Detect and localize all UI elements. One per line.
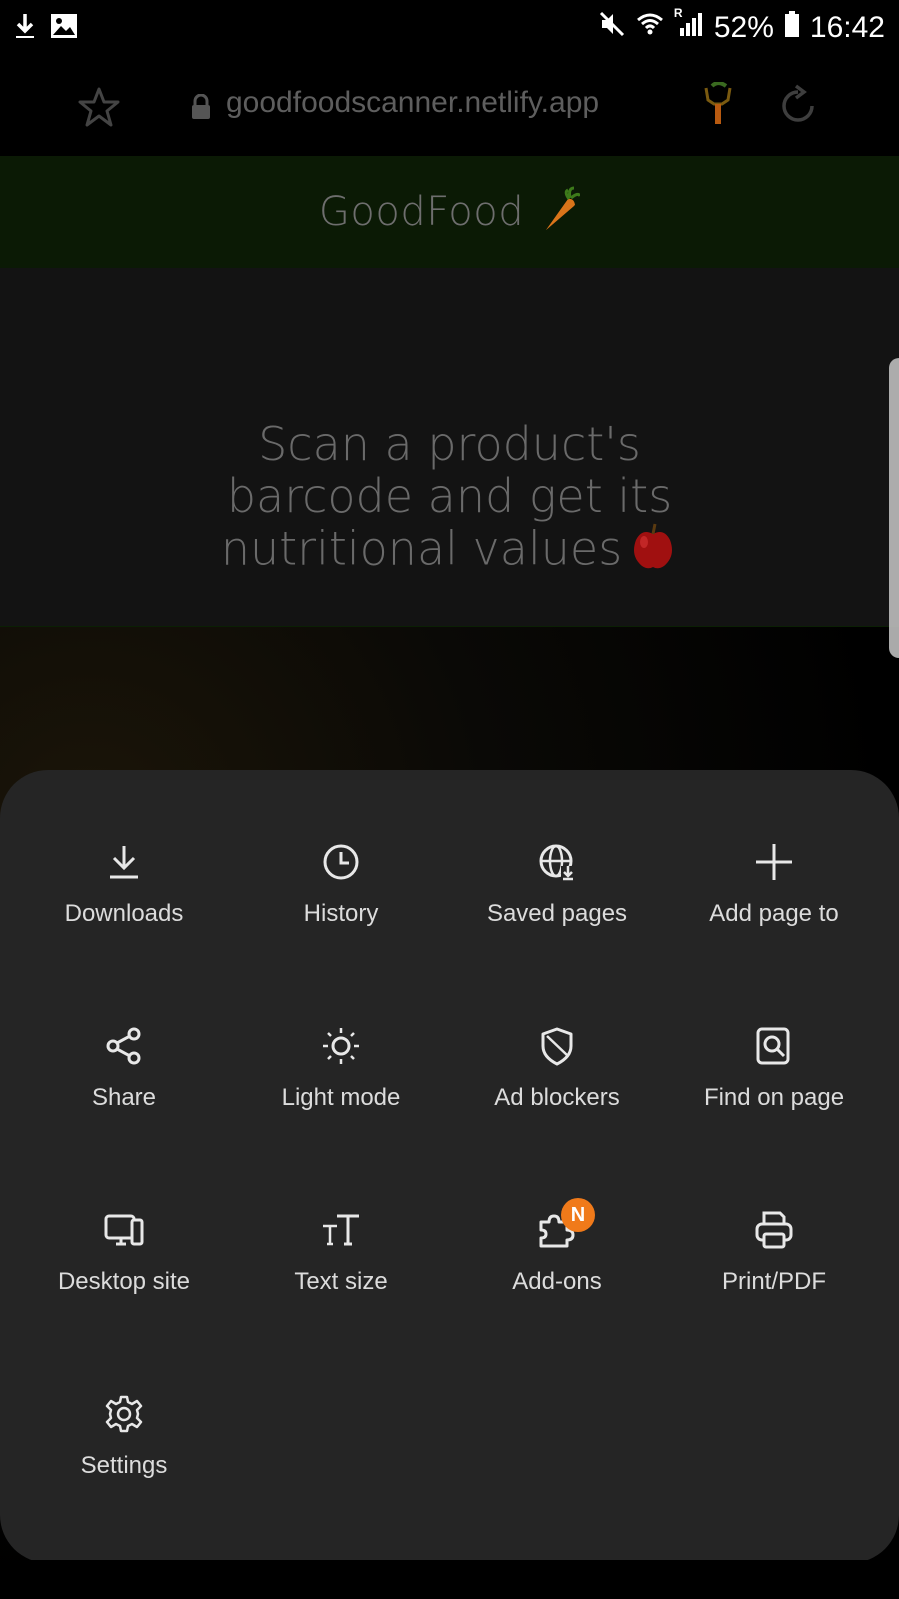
mute-icon [598, 10, 626, 46]
menu-item-label: History [303, 900, 379, 927]
address-text[interactable]: goodfoodscanner.netlify.app [226, 86, 599, 120]
site-brand[interactable]: GoodFood [319, 189, 524, 235]
find-icon [754, 1026, 794, 1066]
menu-item-desktop-site[interactable]: Desktop site [14, 1138, 234, 1295]
tagline-line-3: nutritional values [0, 522, 899, 582]
menu-item-ad-blockers[interactable]: Ad blockers [447, 954, 667, 1111]
menu-item-label: Downloads [64, 900, 184, 927]
battery-icon [784, 10, 800, 46]
tagline-line-3-text: nutritional values [220, 521, 623, 576]
menu-item-print-pdf[interactable]: Print/PDF [664, 1138, 884, 1295]
site-header: GoodFood [0, 156, 899, 269]
image-notification-icon [50, 13, 78, 44]
menu-item-settings[interactable]: Settings [14, 1322, 234, 1479]
browser-menu-sheet: Downloads History Saved pages Add page t… [0, 770, 899, 1563]
menu-item-text-size[interactable]: Text size [231, 1138, 451, 1295]
tagline-line-2: barcode and get its [226, 469, 673, 523]
menu-item-share[interactable]: Share [14, 954, 234, 1111]
menu-item-label: Saved pages [486, 900, 628, 927]
scroll-handle[interactable] [889, 358, 899, 658]
globe-download-icon [537, 842, 577, 882]
download-icon [104, 842, 144, 882]
tagline-line-1: Scan a product's [258, 417, 641, 471]
gear-icon [104, 1394, 144, 1434]
menu-item-label: Ad blockers [494, 1084, 620, 1111]
roaming-indicator: R [673, 6, 683, 20]
menu-item-light-mode[interactable]: Light mode [231, 954, 451, 1111]
menu-item-history[interactable]: History [231, 770, 451, 927]
reload-icon[interactable] [776, 84, 820, 133]
text-size-icon [321, 1210, 361, 1250]
bottom-nav-bar [0, 1560, 899, 1599]
lock-icon [190, 93, 212, 125]
hero-section: Scan a product's barcode and get its nut… [0, 268, 899, 627]
hero-tagline: Scan a product's barcode and get its nut… [0, 418, 899, 582]
menu-item-label: Add page to [709, 900, 839, 927]
browser-url-bar: goodfoodscanner.netlify.app [0, 56, 899, 156]
wifi-icon [636, 10, 664, 46]
new-badge: N [561, 1198, 595, 1232]
clock-icon [321, 842, 361, 882]
menu-item-find-on-page[interactable]: Find on page [664, 954, 884, 1111]
download-notification-icon [14, 12, 36, 45]
shield-icon [537, 1026, 577, 1066]
menu-item-label: Text size [294, 1268, 388, 1295]
apple-icon [628, 522, 678, 582]
battery-percent: 52% [713, 11, 774, 44]
menu-item-label: Settings [80, 1452, 168, 1479]
menu-item-label: Add-ons [512, 1268, 602, 1295]
signal-icon: R [674, 6, 704, 46]
menu-item-label: Share [91, 1084, 157, 1111]
desktop-icon [104, 1210, 144, 1250]
carrot-icon [538, 186, 582, 239]
menu-item-label: Light mode [281, 1084, 401, 1111]
menu-item-saved-pages[interactable]: Saved pages [447, 770, 667, 927]
menu-item-label: Find on page [703, 1084, 845, 1111]
plus-icon [754, 842, 794, 882]
status-bar: R 52% 16:42 [0, 0, 899, 56]
clock-time: 16:42 [809, 11, 885, 44]
menu-item-label: Print/PDF [721, 1268, 826, 1295]
printer-icon [754, 1210, 794, 1250]
menu-item-add-page-to[interactable]: Add page to [664, 770, 884, 927]
menu-item-downloads[interactable]: Downloads [14, 770, 234, 927]
sun-icon [321, 1026, 361, 1066]
menu-item-label: Desktop site [57, 1268, 191, 1295]
bookmark-star-icon[interactable] [78, 86, 120, 133]
share-icon [104, 1026, 144, 1066]
site-favicon-icon [700, 81, 736, 133]
menu-item-add-ons[interactable]: N Add-ons [447, 1138, 667, 1295]
